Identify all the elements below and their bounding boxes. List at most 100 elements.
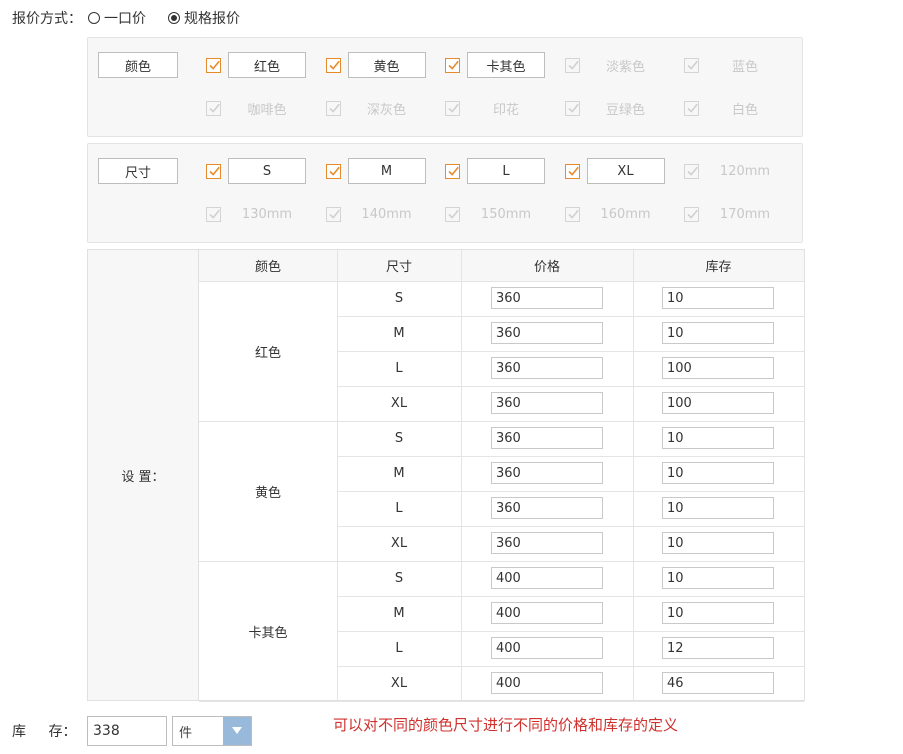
table-header-cell: 库存: [633, 250, 804, 281]
color-option[interactable]: 黄色: [316, 52, 426, 78]
checkbox-checked-icon[interactable]: [206, 206, 221, 222]
stock-input[interactable]: 10: [662, 567, 774, 589]
color-option-label: 卡其色: [467, 52, 545, 78]
checkbox-checked-icon[interactable]: [325, 206, 341, 222]
size-option[interactable]: 140mm: [316, 201, 426, 227]
checkbox-checked-icon[interactable]: [564, 57, 580, 73]
checkbox-checked-icon[interactable]: [684, 206, 699, 222]
header-divider: [199, 281, 804, 282]
checkbox-checked-icon[interactable]: [206, 163, 221, 179]
size-option[interactable]: 150mm: [435, 201, 545, 227]
stock-input[interactable]: 12: [662, 637, 774, 659]
checkbox-checked-icon[interactable]: [564, 206, 580, 222]
color-option[interactable]: 咖啡色: [196, 95, 306, 121]
size-option[interactable]: 160mm: [555, 201, 665, 227]
price-input[interactable]: 360: [491, 322, 603, 344]
stock-input[interactable]: 10: [662, 497, 774, 519]
checkbox-checked-icon[interactable]: [206, 57, 221, 73]
checkbox-checked-icon[interactable]: [564, 163, 580, 179]
stock-input[interactable]: 100: [662, 392, 774, 414]
stock-input[interactable]: 10: [662, 462, 774, 484]
checkbox-checked-icon[interactable]: [445, 100, 460, 116]
radio-spec-price[interactable]: 规格报价: [168, 8, 240, 28]
size-option[interactable]: 130mm: [196, 201, 306, 227]
price-input[interactable]: 360: [491, 497, 603, 519]
stock-input[interactable]: 10: [662, 532, 774, 554]
unit-select[interactable]: 件: [172, 716, 252, 746]
checkbox-checked-icon[interactable]: [684, 163, 699, 179]
checkbox-checked-icon[interactable]: [564, 100, 580, 116]
total-stock-input[interactable]: 338: [87, 716, 167, 746]
price-input[interactable]: 360: [491, 462, 603, 484]
settings-label: 设 置：: [88, 250, 199, 700]
color-option-label: 红色: [228, 52, 306, 78]
size-cell: M: [393, 606, 405, 621]
price-input[interactable]: 400: [491, 567, 603, 589]
radio-fixed-price[interactable]: 一口价: [88, 8, 146, 28]
color-option-label: 豆绿色: [605, 102, 645, 118]
size-option[interactable]: L: [435, 158, 545, 184]
price-input[interactable]: 400: [491, 637, 603, 659]
price-input[interactable]: 360: [491, 392, 603, 414]
color-option-label: 白色: [731, 102, 758, 118]
size-option[interactable]: S: [196, 158, 306, 184]
price-input[interactable]: 400: [491, 672, 603, 694]
price-input[interactable]: 360: [491, 287, 603, 309]
size-option-label: M: [347, 158, 426, 184]
table-header-cell: 尺寸: [337, 250, 461, 281]
radio-fixed-price-circle-icon[interactable]: [88, 12, 100, 24]
color-option-label: 咖啡色: [247, 102, 287, 118]
color-option-label: 黄色: [347, 52, 426, 78]
radio-spec-price-label: 规格报价: [184, 11, 240, 27]
stock-input[interactable]: 46: [662, 672, 774, 694]
color-option[interactable]: 蓝色: [674, 52, 784, 78]
row-divider: [199, 701, 804, 702]
size-group-label: 尺寸: [98, 158, 178, 184]
color-option[interactable]: 白色: [674, 95, 784, 121]
price-input[interactable]: 400: [491, 602, 603, 624]
help-note: 可以对不同的颜色尺寸进行不同的价格和库存的定义: [333, 716, 679, 734]
price-input[interactable]: 360: [491, 357, 603, 379]
checkbox-checked-icon[interactable]: [445, 206, 460, 222]
size-option[interactable]: XL: [555, 158, 665, 184]
checkbox-checked-icon[interactable]: [445, 57, 460, 73]
size-cell: XL: [390, 396, 408, 411]
size-options-panel: 尺寸 S M L XL 120mm 130mm 140mm 150mm 160mm 170mm: [87, 143, 803, 243]
color-option[interactable]: 深灰色: [316, 95, 426, 121]
settings-table: 设 置： 颜色 尺寸 价格 库存 红色 S 360 10 M 360 10 L 360 100 XL 360 1…: [87, 249, 805, 702]
color-option[interactable]: 淡紫色: [555, 52, 665, 78]
checkbox-checked-icon[interactable]: [325, 57, 341, 73]
size-option[interactable]: 120mm: [674, 158, 784, 184]
checkbox-checked-icon[interactable]: [445, 163, 460, 179]
pricing-mode-label: 报价方式：: [12, 11, 82, 27]
checkbox-checked-icon[interactable]: [325, 100, 341, 116]
size-option-label: XL: [586, 158, 665, 184]
size-cell: M: [393, 466, 405, 481]
size-cell: L: [395, 361, 403, 376]
checkbox-checked-icon[interactable]: [325, 163, 341, 179]
stock-input[interactable]: 10: [662, 602, 774, 624]
checkbox-checked-icon[interactable]: [684, 100, 699, 116]
stock-input[interactable]: 10: [662, 322, 774, 344]
color-option[interactable]: 豆绿色: [555, 95, 665, 121]
size-option[interactable]: 170mm: [674, 201, 784, 227]
size-cell: S: [394, 431, 404, 446]
color-option[interactable]: 红色: [196, 52, 306, 78]
chevron-down-icon[interactable]: [223, 717, 251, 745]
column-divider: [337, 250, 338, 701]
stock-input[interactable]: 10: [662, 287, 774, 309]
size-option-label: L: [467, 158, 545, 184]
checkbox-checked-icon[interactable]: [684, 57, 699, 73]
price-input[interactable]: 360: [491, 532, 603, 554]
stock-input[interactable]: 10: [662, 427, 774, 449]
color-option-label: 淡紫色: [605, 59, 645, 75]
price-input[interactable]: 360: [491, 427, 603, 449]
size-option[interactable]: M: [316, 158, 426, 184]
checkbox-checked-icon[interactable]: [206, 100, 221, 116]
color-option[interactable]: 印花: [435, 95, 545, 121]
stock-input[interactable]: 100: [662, 357, 774, 379]
radio-spec-price-circle-icon[interactable]: [168, 12, 180, 24]
color-option[interactable]: 卡其色: [435, 52, 545, 78]
table-header-cell: 价格: [461, 250, 633, 281]
size-option-label: 170mm: [719, 206, 771, 222]
